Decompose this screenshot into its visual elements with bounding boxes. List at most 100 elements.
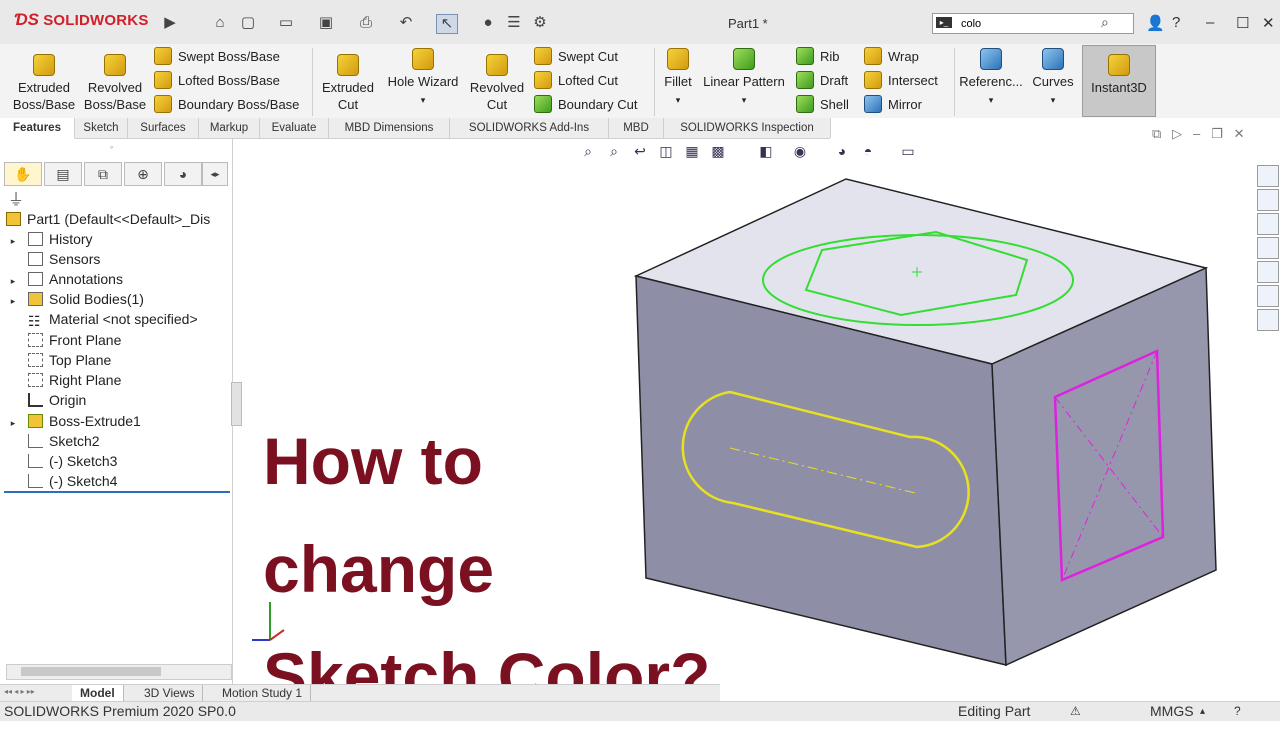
display-manager-tab-icon[interactable]: ◕ — [164, 162, 202, 186]
tab-features[interactable]: Features — [0, 118, 75, 139]
select-pointer-icon[interactable]: ↖ — [436, 14, 458, 34]
extruded-cut-button[interactable]: Extruded Cut — [316, 54, 380, 113]
rebuild-status-icon[interactable]: ⚠ — [1070, 702, 1081, 721]
forum-icon[interactable] — [1257, 309, 1279, 331]
solidworks-logo[interactable]: ƊS SOLIDWORKS — [14, 10, 149, 30]
apply-scene-icon[interactable]: ◓ — [858, 143, 878, 161]
dropdown-arrow-icon[interactable]: ▾ — [421, 95, 426, 105]
tree-item-top-plane[interactable]: Top Plane — [6, 350, 111, 370]
tree-item-annotations[interactable]: ▸ Annotations — [6, 269, 123, 289]
display-style-icon[interactable]: ◧ — [756, 143, 776, 161]
solidworks-resources-icon[interactable] — [1257, 165, 1279, 187]
boundary-boss-button[interactable]: Boundary Boss/Base — [154, 93, 299, 115]
panel-horizontal-scrollbar[interactable] — [6, 664, 232, 680]
view-settings-icon[interactable]: ▭ — [898, 143, 918, 161]
viewport-minimize-icon[interactable]: – — [1193, 126, 1200, 141]
search-box[interactable]: ▸_ ⌕ — [932, 13, 1134, 34]
wrap-button[interactable]: Wrap — [864, 45, 919, 67]
zoom-to-fit-icon[interactable]: ⌕ — [578, 143, 598, 161]
expand-arrow-icon[interactable]: ▸ — [6, 413, 20, 433]
tab-scroll-arrows-icon[interactable]: ◂◂ ◂ ▸ ▸▸ — [4, 687, 35, 696]
custom-properties-icon[interactable] — [1257, 285, 1279, 307]
expand-arrow-icon[interactable]: ▸ — [6, 231, 20, 251]
tree-item-origin[interactable]: Origin — [6, 390, 86, 410]
shell-button[interactable]: Shell — [796, 93, 849, 115]
dimxpert-tab-icon[interactable]: ⊕ — [124, 162, 162, 186]
lofted-cut-button[interactable]: Lofted Cut — [534, 69, 618, 91]
extruded-boss-button[interactable]: Extruded Boss/Base — [8, 54, 80, 113]
panel-tab-scroll-arrows-icon[interactable]: ◂▸ — [202, 162, 228, 186]
print-icon[interactable]: ⎙ — [356, 14, 376, 32]
dropdown-arrow-icon[interactable]: ▾ — [1051, 95, 1056, 105]
search-icon[interactable]: ⌕ — [1101, 14, 1109, 31]
dynamic-annotation-icon[interactable]: ▦ — [682, 143, 702, 161]
linear-pattern-button[interactable]: Linear Pattern ▾ — [700, 48, 788, 109]
save-icon[interactable]: ▣ — [316, 14, 336, 32]
rib-button[interactable]: Rib — [796, 45, 840, 67]
tree-item-sketch2[interactable]: Sketch2 — [6, 431, 100, 451]
viewport-restore-icon[interactable]: ❐ — [1211, 126, 1223, 141]
tab-sketch[interactable]: Sketch — [75, 118, 128, 138]
mirror-button[interactable]: Mirror — [864, 93, 922, 115]
expand-arrow-icon[interactable]: ▸ — [6, 291, 20, 311]
boundary-cut-button[interactable]: Boundary Cut — [534, 93, 638, 115]
revolved-cut-button[interactable]: Revolved Cut — [466, 54, 528, 113]
file-properties-icon[interactable]: ☰ — [504, 14, 524, 32]
tree-item-material[interactable]: ☷ Material <not specified> — [6, 309, 198, 329]
hide-show-items-icon[interactable]: ◉ — [790, 143, 810, 161]
user-icon[interactable]: 👤 — [1146, 14, 1165, 32]
units-dropdown-icon[interactable]: ▴ — [1200, 702, 1205, 721]
rebuild-icon[interactable]: ● — [478, 14, 498, 32]
tree-item-front-plane[interactable]: Front Plane — [6, 330, 121, 350]
tab-surfaces[interactable]: Surfaces — [128, 118, 199, 138]
tab-solidworks-add-ins[interactable]: SOLIDWORKS Add-Ins — [450, 118, 609, 138]
hole-wizard-button[interactable]: Hole Wizard ▾ — [382, 48, 464, 109]
close-icon[interactable]: ✕ — [1262, 14, 1275, 32]
tile-icon[interactable]: ⧉ — [1152, 126, 1161, 141]
curves-button[interactable]: Curves ▾ — [1028, 48, 1078, 109]
rollback-bar[interactable] — [4, 491, 230, 493]
reference-geometry-button[interactable]: Referenc... ▾ — [958, 48, 1024, 109]
tab-model[interactable]: Model — [72, 685, 124, 701]
revolved-boss-button[interactable]: Revolved Boss/Base — [80, 54, 150, 113]
view-palette-icon[interactable] — [1257, 237, 1279, 259]
tab-markup[interactable]: Markup — [199, 118, 260, 138]
new-document-icon[interactable]: ▢ — [238, 14, 258, 32]
tree-item-sketch4[interactable]: (-) Sketch4 — [6, 471, 117, 491]
viewport-close-icon[interactable]: ✕ — [1234, 126, 1245, 141]
dropdown-arrow-icon[interactable]: ▾ — [742, 95, 747, 105]
edit-appearance-icon[interactable]: ◕ — [832, 143, 852, 161]
tab-solidworks-inspection[interactable]: SOLIDWORKS Inspection — [664, 118, 831, 138]
dropdown-arrow-icon[interactable]: ▾ — [676, 95, 681, 105]
scrollbar-thumb[interactable] — [21, 667, 161, 676]
home-icon[interactable]: ⌂ — [210, 14, 230, 32]
minimize-icon[interactable]: – — [1206, 14, 1214, 31]
help-status-icon[interactable]: ? — [1234, 702, 1241, 721]
tree-item-sensors[interactable]: Sensors — [6, 249, 100, 269]
tree-item-history[interactable]: ▸ History — [6, 229, 93, 249]
open-folder-icon[interactable]: ▭ — [276, 14, 296, 32]
fillet-button[interactable]: Fillet ▾ — [658, 48, 698, 109]
swept-cut-button[interactable]: Swept Cut — [534, 45, 618, 67]
section-view-icon[interactable]: ◫ — [656, 143, 676, 161]
status-units[interactable]: MMGS — [1150, 702, 1194, 721]
tab-3d-views[interactable]: 3D Views — [136, 685, 204, 701]
previous-view-icon[interactable]: ↩ — [630, 143, 650, 161]
expand-arrow-icon[interactable]: ▸ — [6, 271, 20, 291]
view-orientation-icon[interactable]: ▩ — [708, 143, 728, 161]
lofted-boss-button[interactable]: Lofted Boss/Base — [154, 69, 280, 91]
tab-evaluate[interactable]: Evaluate — [260, 118, 329, 138]
file-explorer-icon[interactable] — [1257, 213, 1279, 235]
expand-icon[interactable]: ▷ — [1172, 126, 1182, 141]
tree-item-right-plane[interactable]: Right Plane — [6, 370, 121, 390]
panel-splitter[interactable] — [231, 382, 242, 426]
help-icon[interactable]: ? — [1172, 14, 1180, 31]
tab-mbd-dimensions[interactable]: MBD Dimensions — [329, 118, 450, 138]
appearances-icon[interactable] — [1257, 261, 1279, 283]
dropdown-arrow-icon[interactable]: ▾ — [989, 95, 994, 105]
panel-handle-icon[interactable]: ◦ — [110, 142, 113, 152]
instant3d-button[interactable]: Instant3D — [1082, 45, 1156, 117]
options-gear-icon[interactable]: ⚙ — [530, 14, 550, 32]
tab-motion-study-1[interactable]: Motion Study 1 — [214, 685, 312, 701]
filter-icon[interactable]: ⏚ — [8, 186, 24, 210]
